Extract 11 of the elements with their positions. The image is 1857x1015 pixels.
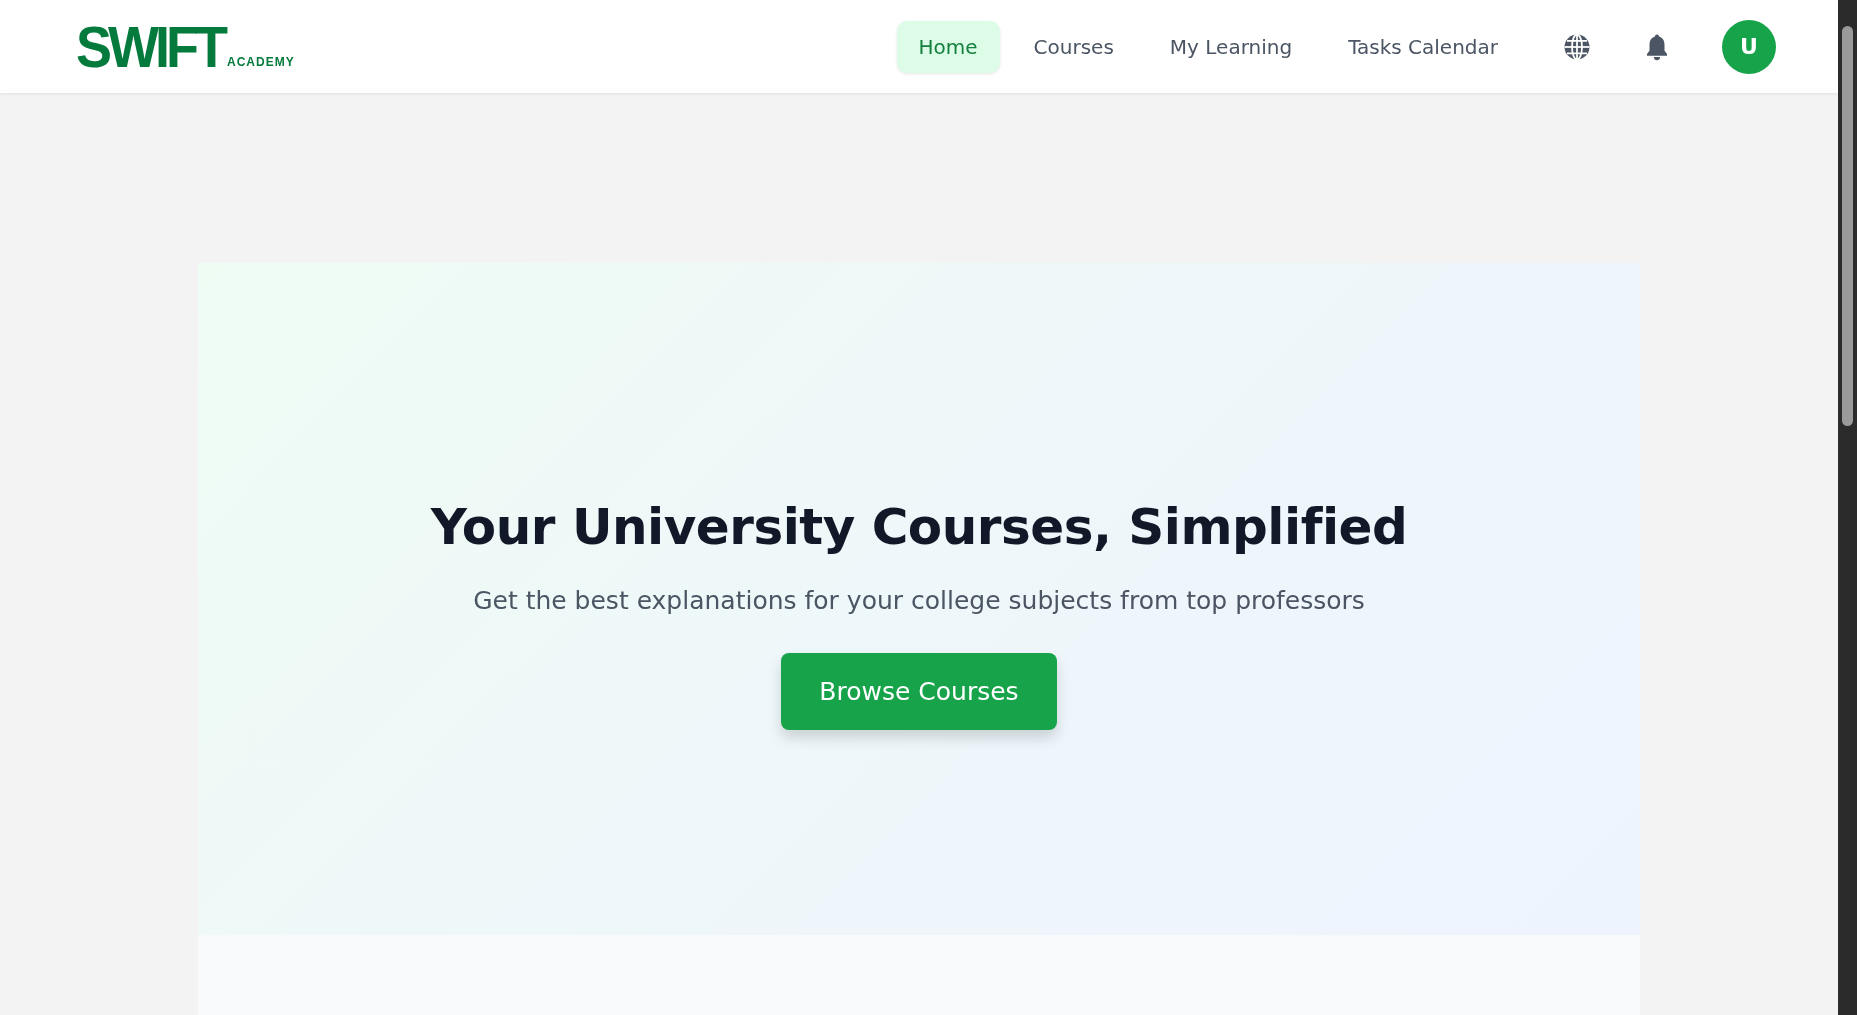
hero-subtitle: Get the best explanations for your college subjects from top professors [473, 586, 1365, 615]
nav-tab[interactable]: Tasks Calendar [1326, 20, 1520, 73]
nav-tab[interactable]: My Learning [1147, 20, 1315, 73]
logo-wordmark: SWIFT [76, 23, 224, 70]
nav-tab[interactable]: Courses [1011, 20, 1136, 73]
logo-tagline: ACADEMY [226, 55, 295, 68]
globe-icon[interactable] [1562, 31, 1592, 62]
nav-tab[interactable]: Home [896, 20, 1000, 73]
scrollbar-thumb[interactable] [1842, 26, 1853, 426]
scrollbar[interactable] [1838, 0, 1857, 1015]
hero-title: Your University Courses, Simplified [430, 498, 1408, 556]
